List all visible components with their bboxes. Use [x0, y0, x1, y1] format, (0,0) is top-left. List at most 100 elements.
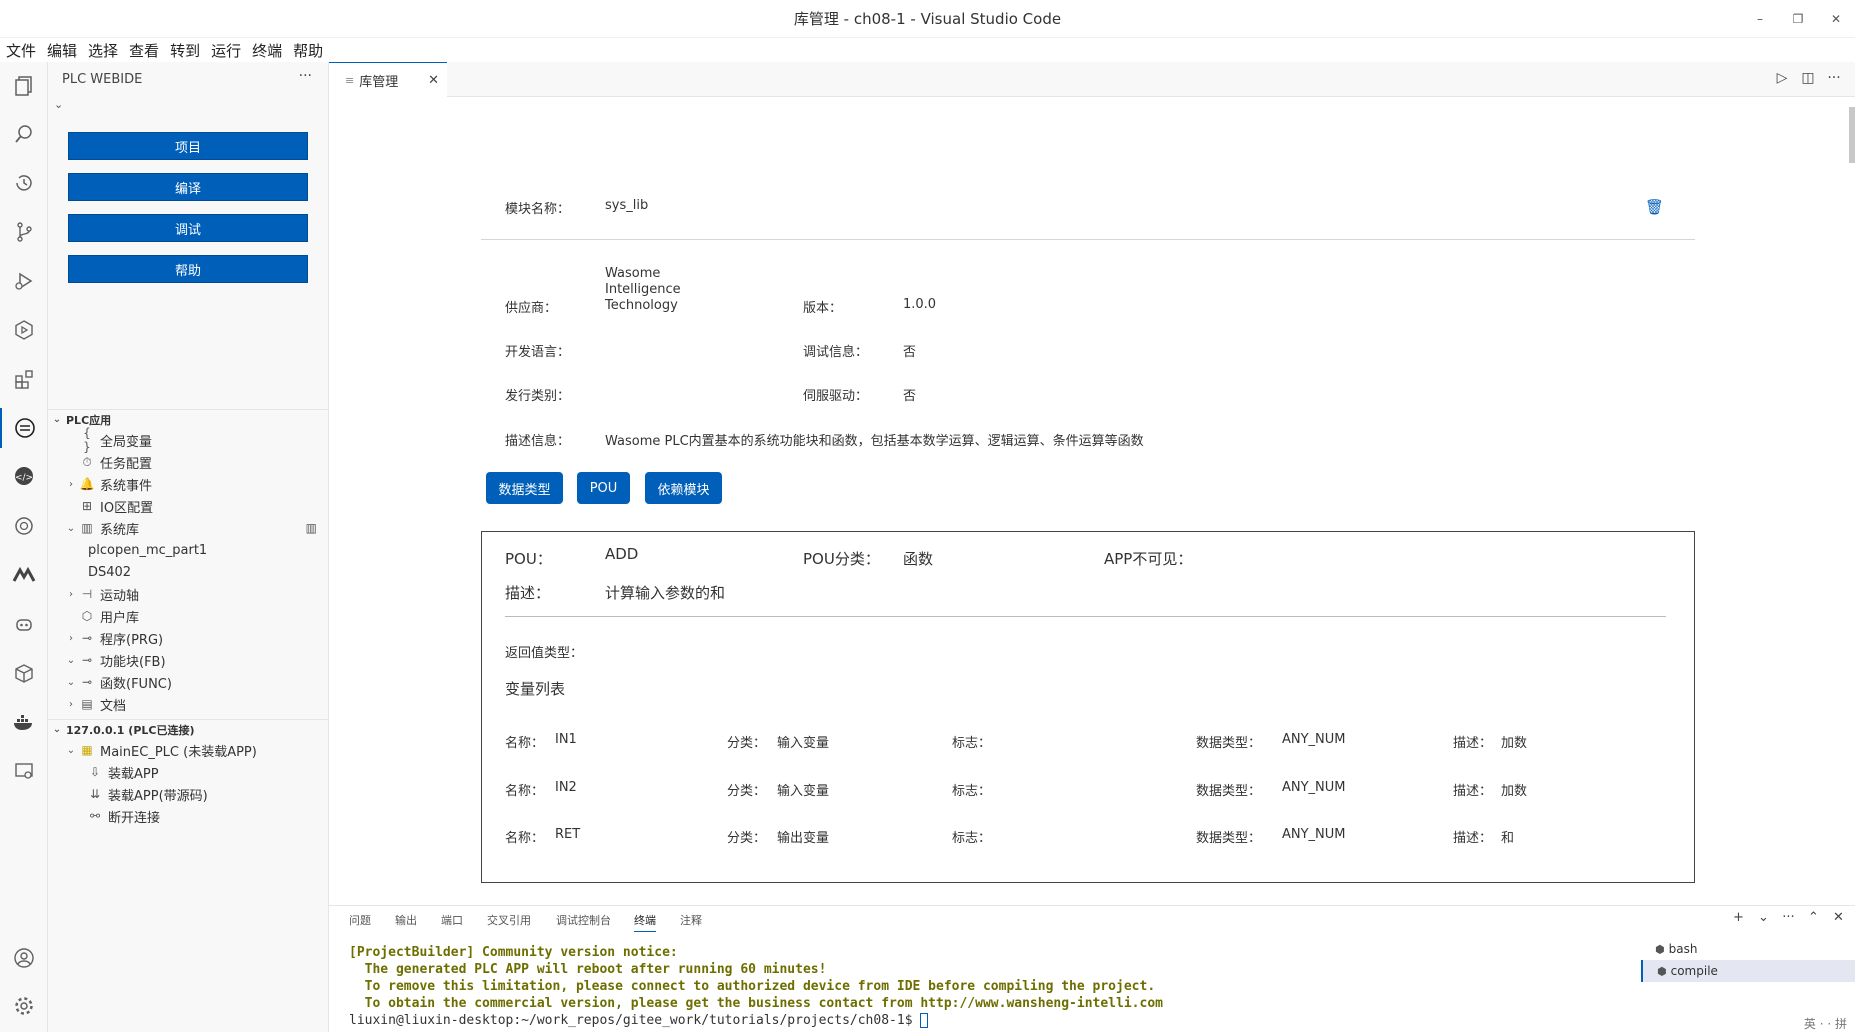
ime-indicator: 英 · · 拼: [1803, 1017, 1847, 1031]
remote-explorer-icon[interactable]: [0, 310, 48, 350]
chevron-down-icon[interactable]: ⌄: [54, 98, 63, 111]
menu-terminal[interactable]: 终端: [252, 40, 282, 61]
sidebar-more-icon[interactable]: ···: [299, 68, 312, 84]
docker-icon[interactable]: [0, 702, 48, 742]
tree-item-label: 程序(PRG): [100, 632, 164, 648]
plc-webide-icon[interactable]: [0, 408, 48, 448]
tree-item-label: 任务配置: [100, 456, 153, 472]
tree-item-load-app[interactable]: ⇩ 装载APP: [48, 761, 329, 783]
tree-item-motion-axis[interactable]: › ⊣ 运动轴: [48, 583, 329, 605]
explorer-icon[interactable]: [0, 66, 48, 106]
tree-item-task-config[interactable]: ⏱ 任务配置: [48, 451, 329, 473]
connection-section-title: 127.0.0.1 (PLC已连接): [66, 723, 195, 737]
tab-problems[interactable]: 问题: [349, 912, 371, 928]
new-terminal-icon[interactable]: +: [1726, 910, 1751, 925]
tree-item-docs[interactable]: › ▤ 文档: [48, 693, 329, 715]
tab-debug-console[interactable]: 调试控制台: [556, 912, 611, 928]
io-icon: ⊞: [81, 499, 93, 513]
restore-button[interactable]: ❐: [1779, 12, 1817, 26]
settings-gear-icon[interactable]: [0, 986, 48, 1026]
run-debug-icon[interactable]: [0, 261, 48, 301]
minimize-button[interactable]: –: [1741, 12, 1779, 26]
var-category-value: 输入变量: [777, 784, 830, 799]
tree-item-user-lib[interactable]: ⬡ 用户库: [48, 605, 329, 627]
menu-view[interactable]: 查看: [129, 40, 159, 61]
chevron-right-icon: ›: [69, 632, 73, 644]
tree-item-disconnect[interactable]: ⚯ 断开连接: [48, 805, 329, 827]
tree-item-label: plcopen_mc_part1: [88, 542, 208, 558]
tab-comments[interactable]: 注释: [680, 912, 702, 928]
menu-edit[interactable]: 编辑: [47, 40, 77, 61]
ai-assistant-icon[interactable]: [0, 506, 48, 546]
copilot-icon[interactable]: [0, 604, 48, 644]
tree-item-functions[interactable]: ⌄ ⊸ 函数(FUNC): [48, 671, 329, 693]
search-icon[interactable]: [0, 114, 48, 154]
close-icon[interactable]: ✕: [428, 73, 439, 88]
project-button[interactable]: 项目: [68, 132, 308, 160]
var-flag-label: 标志：: [952, 736, 992, 751]
tree-item-global-vars[interactable]: { } 全局变量: [48, 426, 329, 454]
menu-file[interactable]: 文件: [6, 40, 36, 61]
tab-ports[interactable]: 端口: [441, 912, 463, 928]
var-category-label: 分类：: [727, 784, 767, 799]
link-icon: ⊸: [81, 631, 93, 645]
tree-item-ds402[interactable]: DS402: [48, 561, 329, 583]
tree-item-label: 函数(FUNC): [100, 676, 172, 692]
menu-run[interactable]: 运行: [211, 40, 241, 61]
more-actions-icon[interactable]: ···: [1821, 70, 1847, 86]
download-icon: ⇩: [89, 765, 101, 779]
dependencies-button[interactable]: 依赖模块: [645, 472, 722, 504]
run-icon[interactable]: ▷: [1769, 70, 1795, 86]
chevron-down-icon: ⌄: [66, 522, 76, 534]
tree-item-system-lib[interactable]: ⌄ ▥ 系统库 ▥: [48, 517, 329, 539]
close-panel-icon[interactable]: ✕: [1826, 910, 1851, 925]
vendor-line: Intelligence: [605, 282, 681, 297]
help-button[interactable]: 帮助: [68, 255, 308, 283]
chevron-down-icon: ⌄: [66, 744, 76, 756]
chevron-down-icon: ⌄: [52, 414, 62, 425]
timeline-icon[interactable]: [0, 163, 48, 203]
connection-section-header[interactable]: ⌄ 127.0.0.1 (PLC已连接): [48, 719, 329, 739]
code-chat-icon[interactable]: </>: [0, 457, 48, 497]
split-editor-icon[interactable]: ◫: [1795, 70, 1821, 86]
tree-item-programs[interactable]: › ⊸ 程序(PRG): [48, 627, 329, 649]
more-actions-icon[interactable]: ···: [1776, 910, 1801, 925]
terminal-entry-bash[interactable]: ⬢ bash: [1641, 938, 1855, 960]
window-controls: – ❐ ✕: [1741, 0, 1855, 38]
library-manager-view: 模块名称： sys_lib 🗑 供应商： Wasome Intelligence…: [329, 97, 1855, 905]
extensions-icon[interactable]: [0, 359, 48, 399]
compile-button[interactable]: 编译: [68, 173, 308, 201]
menu-selection[interactable]: 选择: [88, 40, 118, 61]
tree-item-plcopen[interactable]: plcopen_mc_part1: [48, 539, 329, 561]
tree-item-load-app-source[interactable]: ⇊ 装载APP(带源码): [48, 783, 329, 805]
data-types-button[interactable]: 数据类型: [486, 472, 563, 504]
source-control-icon[interactable]: [0, 212, 48, 252]
chevron-down-icon[interactable]: ⌄: [1751, 910, 1776, 925]
tab-terminal[interactable]: 终端: [634, 912, 656, 932]
library-action-icon[interactable]: ▥: [306, 521, 317, 535]
package-icon[interactable]: [0, 653, 48, 693]
var-desc-label: 描述：: [1453, 736, 1493, 751]
title-bar: 库管理 - ch08-1 - Visual Studio Code – ❐ ✕: [0, 0, 1855, 38]
editor-scrollbar[interactable]: [1849, 107, 1855, 163]
terminal-output[interactable]: [ProjectBuilder] Community version notic…: [349, 944, 1163, 1029]
pou-button[interactable]: POU: [577, 472, 630, 504]
debug-button[interactable]: 调试: [68, 214, 308, 242]
tree-item-plc-device[interactable]: ⌄ ▦ MainEC_PLC (未装载APP): [48, 739, 329, 761]
tab-library-manager[interactable]: ≡ 库管理 ✕: [329, 62, 447, 97]
remote-window-icon[interactable]: [0, 751, 48, 791]
vendor-label: 供应商：: [505, 301, 558, 316]
account-icon[interactable]: [0, 938, 48, 978]
menu-go[interactable]: 转到: [170, 40, 200, 61]
menu-help[interactable]: 帮助: [293, 40, 323, 61]
tree-item-function-blocks[interactable]: ⌄ ⊸ 功能块(FB): [48, 649, 329, 671]
terminal-entry-compile[interactable]: ⬢ compile: [1641, 960, 1855, 982]
tree-item-io-config[interactable]: ⊞ IO区配置: [48, 495, 329, 517]
close-window-button[interactable]: ✕: [1817, 12, 1855, 26]
tree-item-system-events[interactable]: › 🔔 系统事件: [48, 473, 329, 495]
tab-output[interactable]: 输出: [395, 912, 417, 928]
brand-m-icon[interactable]: [0, 555, 48, 595]
delete-icon[interactable]: 🗑: [1645, 198, 1664, 216]
maximize-panel-icon[interactable]: ⌃: [1801, 910, 1826, 925]
tab-references[interactable]: 交叉引用: [487, 912, 531, 928]
